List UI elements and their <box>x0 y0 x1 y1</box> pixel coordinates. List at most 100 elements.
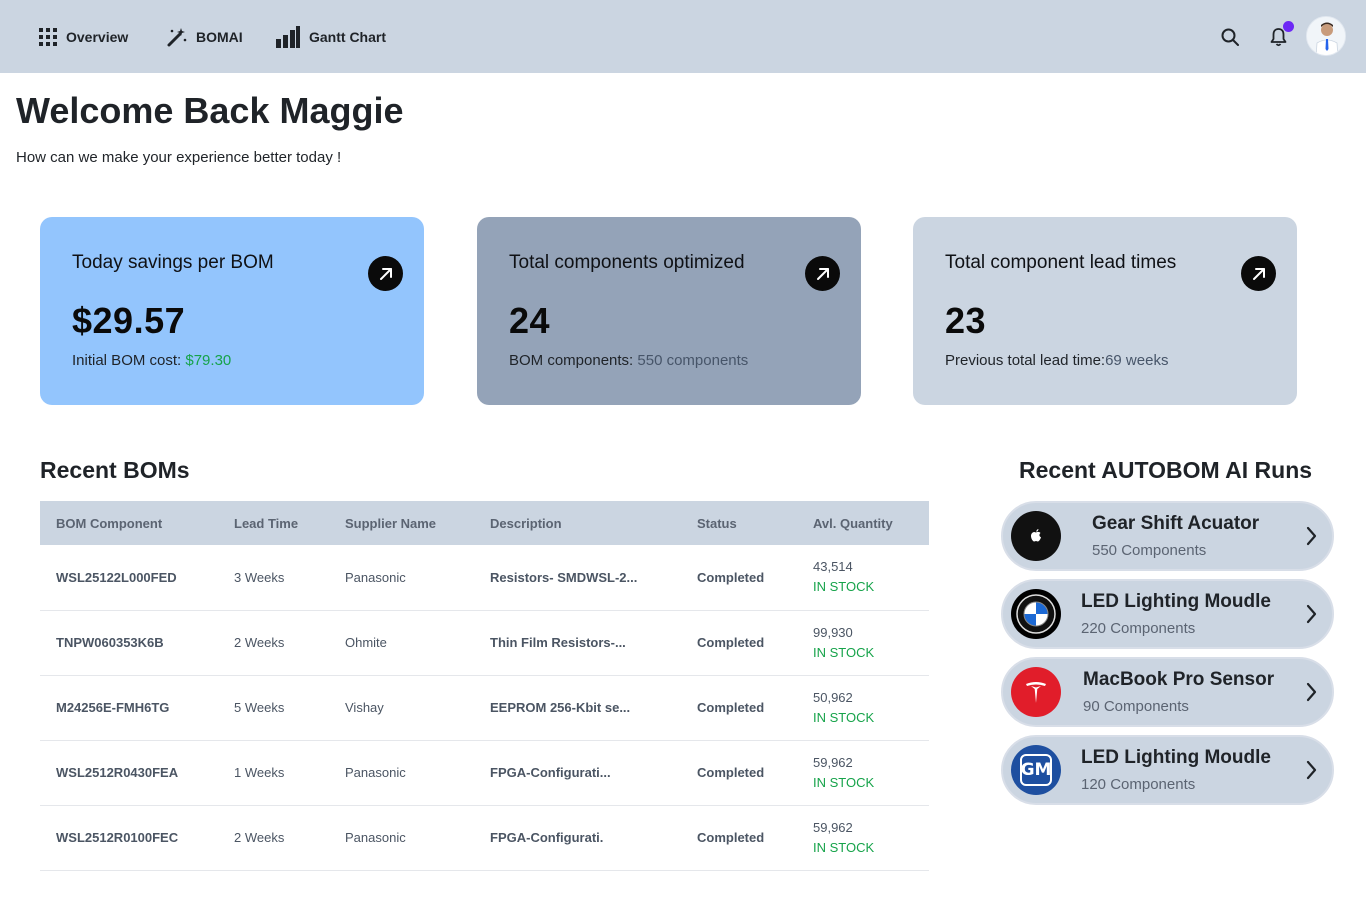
bom-component-cell: TNPW060353K6B <box>40 610 218 676</box>
description-cell: EEPROM 256-Kbit se... <box>474 675 681 741</box>
ai-run-name: LED Lighting Moudle <box>1081 591 1271 612</box>
lead-time-cell: 1 Weeks <box>218 740 329 806</box>
arrow-up-right-icon <box>379 267 392 280</box>
stock-status: IN STOCK <box>813 709 875 725</box>
ai-runs-title: Recent AUTOBOM AI Runs <box>1019 457 1313 483</box>
card-title: Total component lead times <box>945 252 1177 273</box>
avatar-image <box>1307 17 1345 55</box>
page-title: Welcome Back Maggie <box>16 90 404 131</box>
ai-run-count: 550 Components <box>1092 542 1207 559</box>
top-navigation-bar: Overview BOMAI Gantt Chart <box>0 0 1366 73</box>
user-avatar[interactable] <box>1306 16 1346 56</box>
notification-badge <box>1283 21 1294 32</box>
table-row[interactable]: M24256E-FMH6TG 5 Weeks Vishay EEPROM 256… <box>40 675 929 741</box>
column-header[interactable]: Avl. Quantity <box>797 501 929 545</box>
arrow-up-right-icon <box>816 267 829 280</box>
table-row[interactable]: WSL2512R0100FEC 2 Weeks Panasonic FPGA-C… <box>40 805 929 871</box>
arrow-up-right-icon <box>1252 267 1265 280</box>
description-cell: Resistors- SMDWSL-2... <box>474 545 681 611</box>
nav-gantt-label: Gantt Chart <box>309 29 386 45</box>
card-subtitle: Initial BOM cost: $79.30 <box>72 352 392 369</box>
lead-time-cell: 3 Weeks <box>218 545 329 611</box>
chevron-right-icon <box>1306 526 1317 546</box>
nav-bomai[interactable]: BOMAI <box>166 25 243 49</box>
lead-time-cell: 2 Weeks <box>218 805 329 871</box>
bom-component-cell: WSL2512R0430FEA <box>40 740 218 806</box>
lead-times-card: Total component lead times 23 Previous t… <box>913 217 1297 405</box>
ai-run-name: Gear Shift Acuator <box>1092 513 1260 534</box>
table-header-row: BOM Component Lead Time Supplier Name De… <box>40 501 929 545</box>
table-row[interactable]: TNPW060353K6B 2 Weeks Ohmite Thin Film R… <box>40 610 929 676</box>
bar-chart-icon <box>276 26 300 48</box>
savings-card: Today savings per BOM $29.57 Initial BOM… <box>40 217 424 405</box>
table-row[interactable]: WSL25122L000FED 3 Weeks Panasonic Resist… <box>40 545 929 611</box>
open-components-button[interactable] <box>805 256 840 291</box>
gm-logo-text: GM <box>1020 754 1052 786</box>
card-value: $29.57 <box>72 300 186 341</box>
tesla-logo-icon <box>1011 667 1061 717</box>
quantity-cell: 59,962 IN STOCK <box>797 805 929 871</box>
ai-run-count: 220 Components <box>1081 620 1196 637</box>
supplier-cell: Panasonic <box>329 545 474 611</box>
column-header[interactable]: Description <box>474 501 681 545</box>
components-optimized-card: Total components optimized 24 BOM compon… <box>477 217 861 405</box>
nav-gantt-chart[interactable]: Gantt Chart <box>276 25 386 49</box>
nav-bomai-label: BOMAI <box>196 29 243 45</box>
description-cell: FPGA-Configurati... <box>474 740 681 806</box>
ai-run-name: LED Lighting Moudle <box>1081 747 1271 768</box>
quantity-value: 59,962 <box>813 819 853 835</box>
column-header[interactable]: Lead Time <box>218 501 329 545</box>
table-row[interactable]: WSL2512R0430FEA 1 Weeks Panasonic FPGA-C… <box>40 740 929 806</box>
supplier-cell: Panasonic <box>329 740 474 806</box>
quantity-cell: 43,514 IN STOCK <box>797 545 929 611</box>
stock-status: IN STOCK <box>813 774 875 790</box>
nav-overview-label: Overview <box>66 29 129 45</box>
ai-run-count: 90 Components <box>1083 698 1189 715</box>
column-header[interactable]: BOM Component <box>40 501 218 545</box>
page-subtitle: How can we make your experience better t… <box>16 149 342 166</box>
gm-logo-icon: GM <box>1011 745 1061 795</box>
card-subtitle: BOM components: 550 components <box>509 352 829 369</box>
bom-component-cell: WSL2512R0100FEC <box>40 805 218 871</box>
status-cell: Completed <box>681 675 797 741</box>
bom-component-cell: M24256E-FMH6TG <box>40 675 218 741</box>
quantity-value: 59,962 <box>813 754 853 770</box>
ai-run-count: 120 Components <box>1081 776 1196 793</box>
quantity-cell: 50,962 IN STOCK <box>797 675 929 741</box>
card-value: 24 <box>509 300 551 341</box>
quantity-value: 50,962 <box>813 689 853 705</box>
quantity-value: 99,930 <box>813 624 853 640</box>
open-savings-button[interactable] <box>368 256 403 291</box>
nav-overview[interactable]: Overview <box>39 25 128 49</box>
ai-run-item[interactable]: Gear Shift Acuator 550 Components <box>1001 501 1334 571</box>
card-sub-label: Initial BOM cost: <box>72 352 186 369</box>
ai-run-item[interactable]: GM LED Lighting Moudle 120 Components <box>1001 735 1334 805</box>
quantity-cell: 59,962 IN STOCK <box>797 740 929 806</box>
description-cell: Thin Film Resistors-... <box>474 610 681 676</box>
apple-logo-icon <box>1011 511 1061 561</box>
ai-run-name: MacBook Pro Sensor <box>1083 669 1275 690</box>
description-cell: FPGA-Configurati. <box>474 805 681 871</box>
column-header[interactable]: Supplier Name <box>329 501 474 545</box>
column-header[interactable]: Status <box>681 501 797 545</box>
status-cell: Completed <box>681 610 797 676</box>
card-title: Today savings per BOM <box>72 252 274 273</box>
chevron-right-icon <box>1306 604 1317 624</box>
card-sub-value: $79.30 <box>185 352 232 369</box>
stock-status: IN STOCK <box>813 579 875 595</box>
bmw-logo-icon <box>1011 589 1061 639</box>
stock-status: IN STOCK <box>813 644 875 660</box>
ai-run-item[interactable]: MacBook Pro Sensor 90 Components <box>1001 657 1334 727</box>
card-sub-label: Previous total lead time: <box>945 352 1106 369</box>
card-value: 23 <box>945 300 987 341</box>
open-lead-times-button[interactable] <box>1241 256 1276 291</box>
ai-run-item[interactable]: LED Lighting Moudle 220 Components <box>1001 579 1334 649</box>
search-icon[interactable] <box>1221 28 1239 46</box>
chevron-right-icon <box>1306 682 1317 702</box>
magic-wand-icon <box>167 27 187 46</box>
status-cell: Completed <box>681 545 797 611</box>
lead-time-cell: 5 Weeks <box>218 675 329 741</box>
card-sub-value: 550 components <box>637 352 749 369</box>
supplier-cell: Vishay <box>329 675 474 741</box>
supplier-cell: Ohmite <box>329 610 474 676</box>
